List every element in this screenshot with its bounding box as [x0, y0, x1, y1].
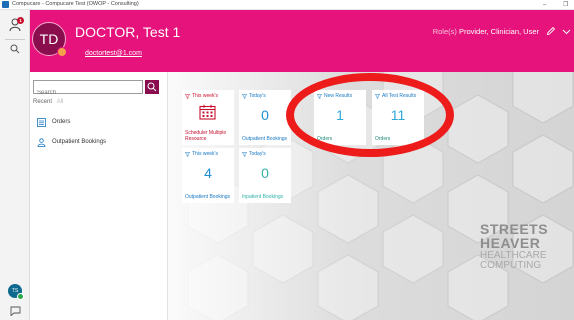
tile-footer: Orders [317, 136, 333, 142]
app-icon [2, 1, 9, 8]
roles-label: Role(s) [432, 27, 457, 36]
search-field[interactable] [33, 80, 143, 99]
tile-header-label: All Test Results [382, 93, 417, 99]
left-rail: 1 TS [0, 10, 30, 320]
tile-count: 11 [390, 107, 406, 123]
search-input[interactable] [34, 87, 142, 99]
logo-line-2: HEAVER [480, 235, 541, 251]
tile-count: 1 [336, 107, 344, 123]
minimize-button[interactable]: – [543, 0, 546, 10]
tile-header: Today's [242, 151, 266, 157]
tile-header-label: New Results [324, 93, 353, 99]
notification-badge: 1 [17, 17, 24, 24]
tile-header: This week's [185, 93, 218, 99]
edit-pencil-icon[interactable] [546, 26, 556, 36]
window-title: Compucare - Compucare Test (OWOP - Consu… [12, 1, 139, 7]
tile-scheduler-multiple-resource[interactable]: This week's Scheduler Multiple Resource [182, 90, 234, 145]
tile-header: Today's [242, 93, 266, 99]
recent-tab[interactable]: Recent [33, 99, 52, 105]
online-status-dot [17, 293, 24, 300]
filter-icon [185, 151, 190, 157]
tile-count: 0 [261, 107, 269, 123]
tile-footer: Scheduler Multiple Resource [185, 130, 227, 142]
tile-count: 4 [204, 165, 212, 181]
rail-divider [5, 39, 25, 40]
tile-footer: Inpatient Bookings [242, 194, 284, 200]
filter-icon [185, 93, 190, 99]
chevron-down-icon[interactable] [562, 27, 571, 36]
side-panel: Recent All Orders Outpatient Bookings [30, 72, 168, 320]
profile-header: TD DOCTOR, Test 1 doctortest@1.com Role(… [30, 10, 574, 72]
tile-header-label: Today's [249, 151, 266, 157]
search-button[interactable] [145, 80, 159, 94]
nav-item-outpatient-bookings-label: Outpatient Bookings [52, 139, 107, 145]
presence-dot [57, 47, 67, 57]
tile-header-label: This week's [192, 93, 218, 99]
tile-new-results[interactable]: New Results 1 Orders [314, 90, 366, 145]
filter-icon [242, 93, 247, 99]
nav-item-orders[interactable]: Orders [37, 116, 70, 128]
filter-icon [317, 93, 322, 99]
tile-count: 0 [261, 165, 269, 181]
window-titlebar: Compucare - Compucare Test (OWOP - Consu… [0, 0, 574, 10]
tile-todays-inpatient-bookings[interactable]: Today's 0 Inpatient Bookings [239, 148, 291, 203]
tile-header-label: Today's [249, 93, 266, 99]
orders-list-icon [37, 117, 46, 127]
recent-all-toggle: Recent All [33, 99, 63, 105]
chat-icon[interactable] [10, 306, 21, 316]
tile-all-test-results[interactable]: All Test Results 11 Orders [372, 90, 424, 145]
logo-line-4: COMPUTING [480, 260, 542, 271]
tile-weekly-outpatient-bookings[interactable]: This week's 4 Outpatient Bookings [182, 148, 234, 203]
search-button-icon [147, 82, 157, 92]
all-tab[interactable]: All [57, 99, 64, 105]
tile-header: All Test Results [375, 93, 416, 99]
tile-header: This week's [185, 151, 218, 157]
calendar-icon [199, 104, 216, 120]
person-group-icon [37, 137, 46, 147]
roles-text: Role(s) Provider, Clinician, User [433, 27, 539, 36]
roles-value: Provider, Clinician, User [458, 27, 539, 36]
restore-button[interactable]: ❐ [563, 0, 568, 10]
tile-footer: Orders [375, 136, 391, 142]
user-name: DOCTOR, Test 1 [75, 24, 181, 40]
tile-todays-outpatient-bookings[interactable]: Today's 0 Outpatient Bookings [239, 90, 291, 145]
nav-item-outpatient-bookings[interactable]: Outpatient Bookings [37, 136, 106, 148]
streets-heaver-logo: STREETS HEAVER HEALTHCARE COMPUTING [480, 222, 562, 271]
search-icon[interactable] [10, 44, 20, 54]
tile-header-label: This week's [192, 151, 218, 157]
tile-header: New Results [317, 93, 352, 99]
filter-icon [242, 151, 247, 157]
tile-footer: Outpatient Bookings [185, 194, 231, 200]
nav-item-orders-label: Orders [52, 119, 71, 125]
filter-icon [375, 93, 380, 99]
tile-footer: Outpatient Bookings [242, 136, 288, 142]
logo-line-1: STREETS [480, 221, 549, 237]
dashboard-area: This week's Scheduler Multiple Resource … [168, 72, 574, 320]
user-email-link[interactable]: doctortest@1.com [85, 50, 142, 57]
